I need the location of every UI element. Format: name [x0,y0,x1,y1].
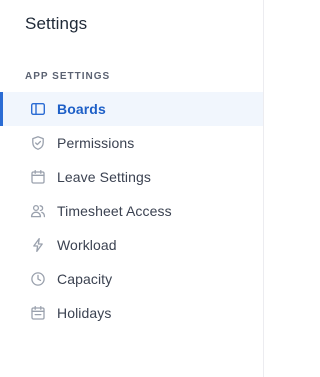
calendar-event-icon [30,305,46,321]
menu-item-label: Capacity [57,271,113,287]
menu-item-label: Timesheet Access [57,203,172,219]
menu-item-capacity[interactable]: Capacity [0,262,263,296]
menu-item-timesheet-access[interactable]: Timesheet Access [0,194,263,228]
clock-icon [30,271,46,287]
sidebar-divider [263,0,264,377]
users-icon [30,203,46,219]
page-title: Settings [25,14,88,33]
sidebar-panel-icon [30,101,46,117]
menu-item-label: Boards [57,101,106,117]
menu-item-label: Workload [57,237,117,253]
settings-sidebar: Settings APP SETTINGS Boards Permissions [0,0,264,377]
menu-item-leave-settings[interactable]: Leave Settings [0,160,263,194]
menu-item-permissions[interactable]: Permissions [0,126,263,160]
menu-item-label: Holidays [57,305,112,321]
shield-check-icon [30,135,46,151]
menu-item-boards[interactable]: Boards [0,92,263,126]
section-heading-app-settings: APP SETTINGS [25,71,111,82]
menu-item-workload[interactable]: Workload [0,228,263,262]
menu-item-label: Leave Settings [57,169,152,185]
settings-menu: Boards Permissions Leave Settings Timesh… [0,92,263,330]
calendar-icon [30,169,46,185]
lightning-icon [30,237,46,253]
menu-item-label: Permissions [57,135,135,151]
menu-item-holidays[interactable]: Holidays [0,296,263,330]
